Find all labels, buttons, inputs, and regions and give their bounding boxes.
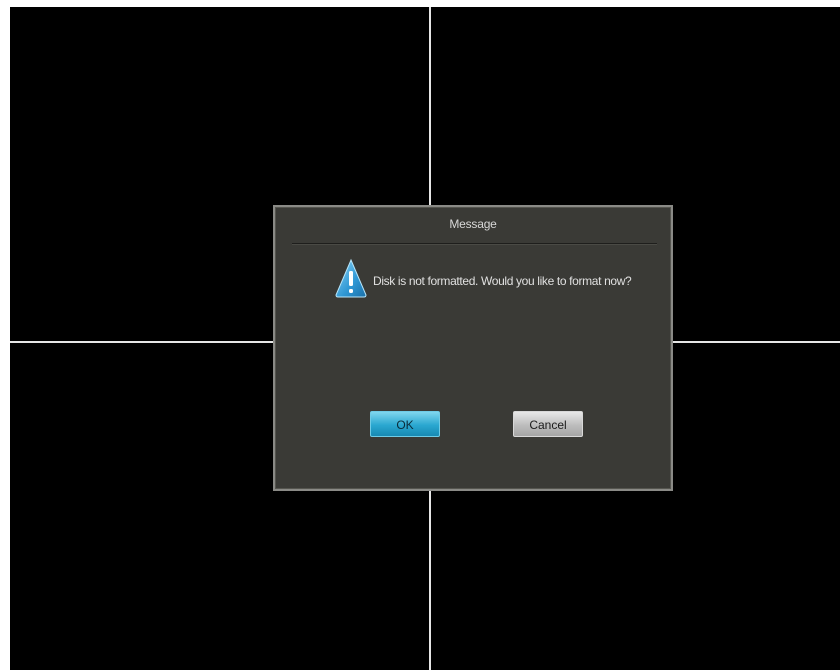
cancel-button[interactable]: Cancel xyxy=(513,411,583,437)
dialog-title: Message xyxy=(449,217,497,231)
dialog-message: Disk is not formatted. Would you like to… xyxy=(373,274,632,288)
ok-button[interactable]: OK xyxy=(370,411,440,437)
message-dialog: Message Disk is not formatted. Would you… xyxy=(273,205,673,491)
dvr-screen: Message Disk is not formatted. Would you… xyxy=(0,0,840,670)
warning-icon xyxy=(335,258,367,298)
title-separator xyxy=(292,243,657,245)
